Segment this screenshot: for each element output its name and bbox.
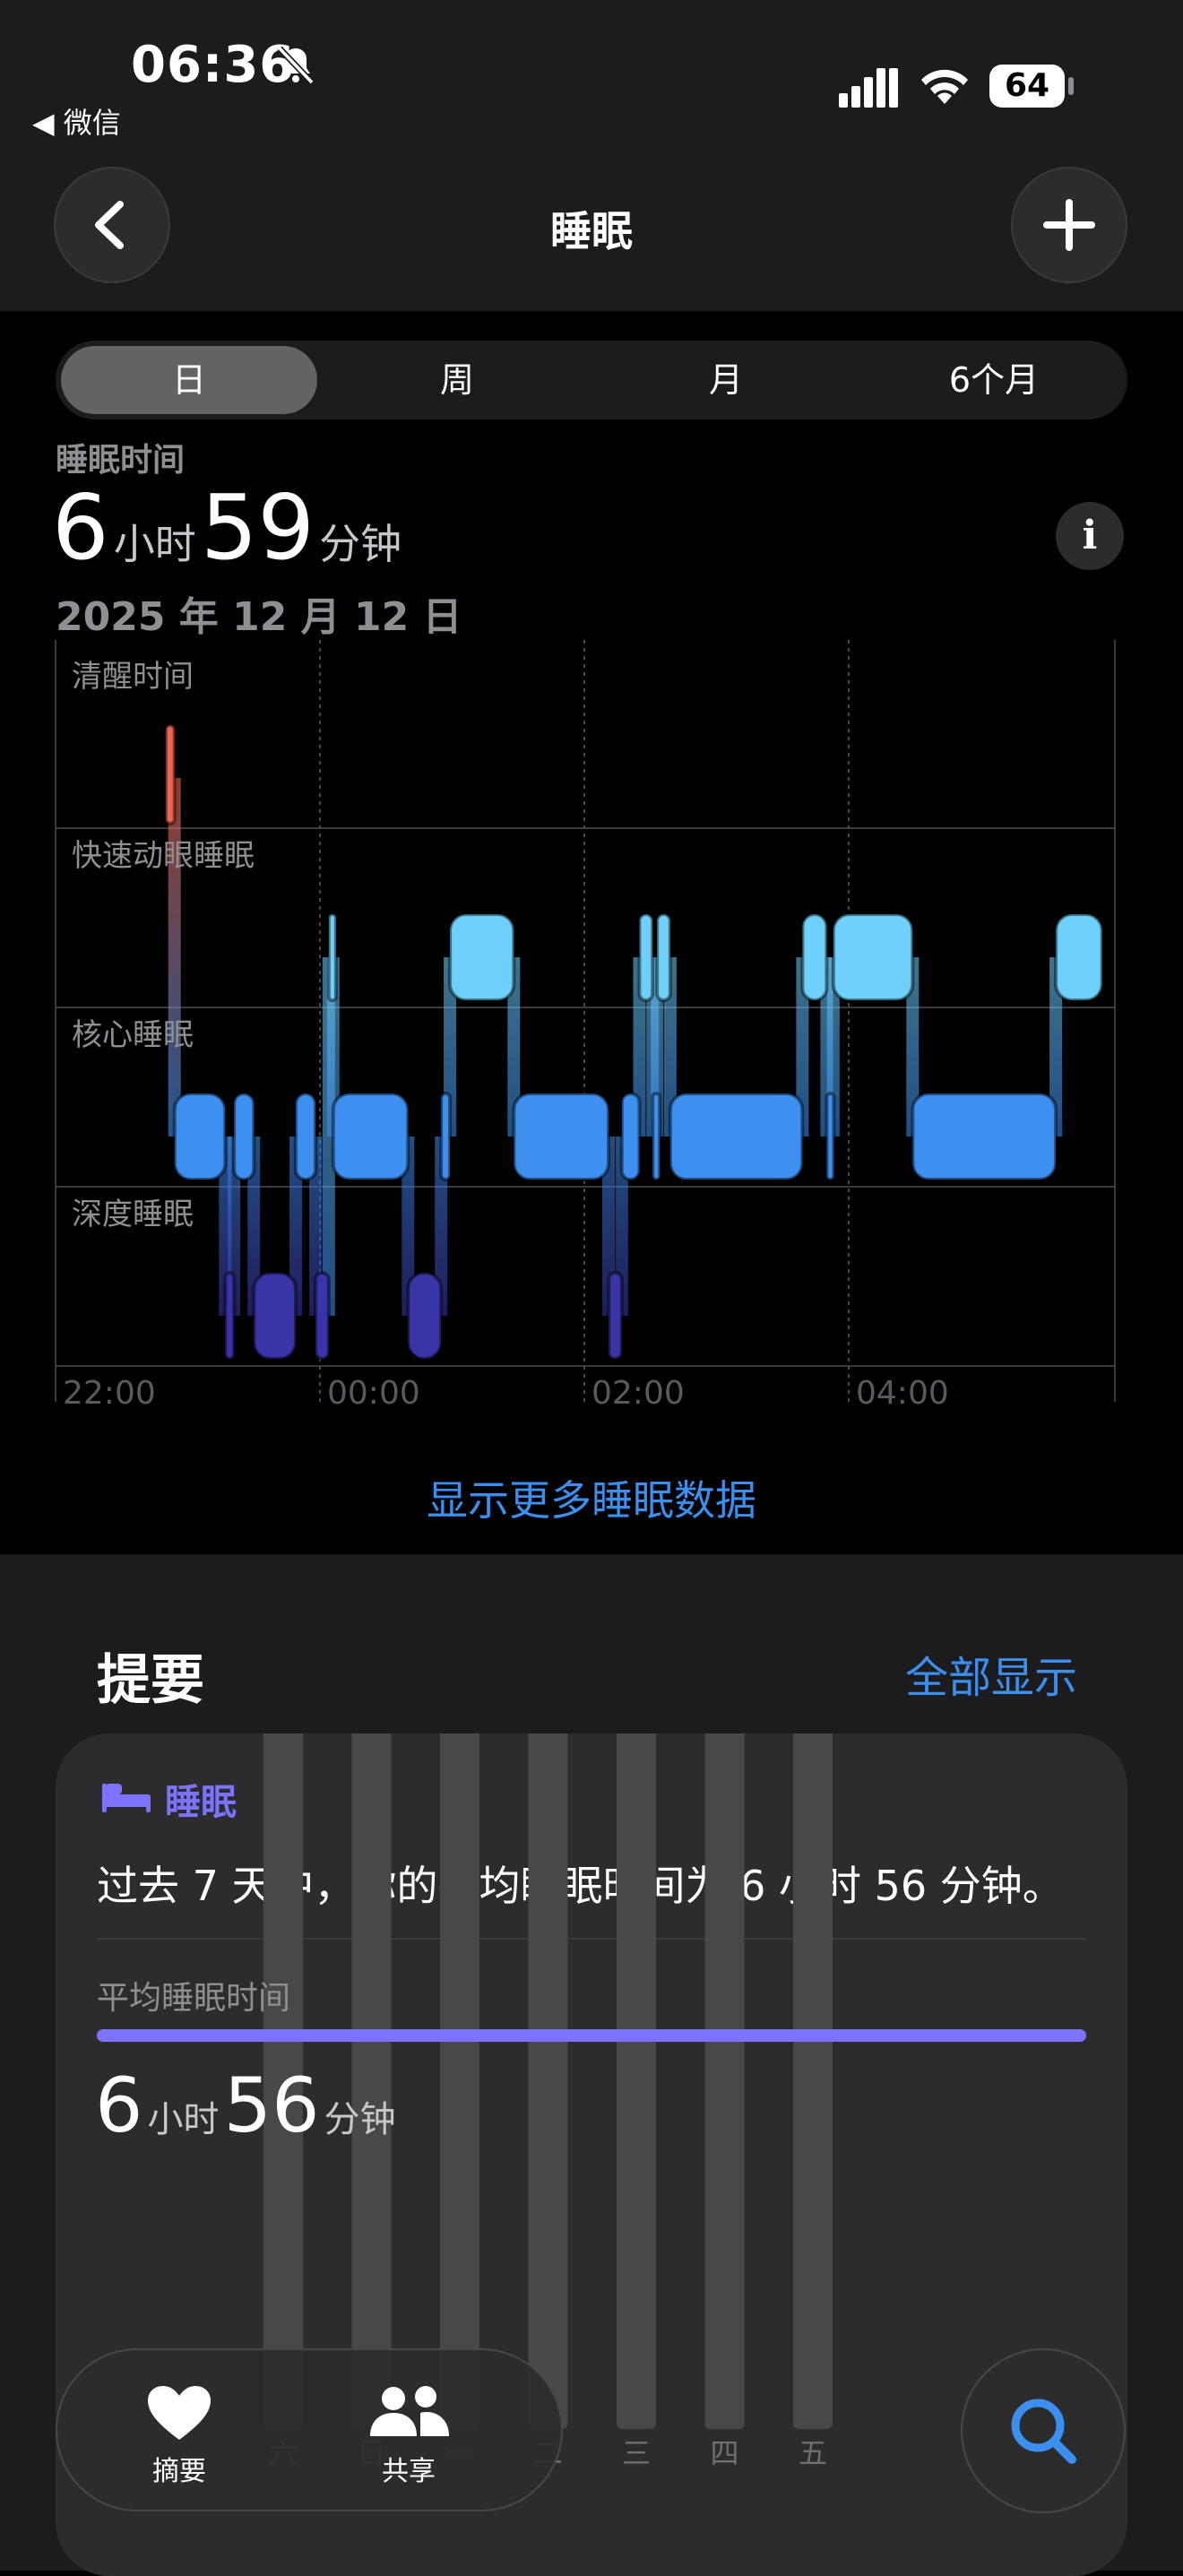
battery-cap bbox=[1068, 77, 1074, 95]
summary-title: 提要 bbox=[97, 1649, 204, 1712]
x-tick-label: 02:00 bbox=[592, 1375, 685, 1412]
stage-label: 清醒时间 bbox=[72, 659, 194, 695]
battery-indicator: 64 bbox=[989, 65, 1065, 108]
tab-summary-label: 摘要 bbox=[152, 2456, 206, 2487]
sleep-stage-block bbox=[607, 1271, 624, 1361]
plus-icon bbox=[1043, 199, 1095, 251]
back-to-app-link[interactable]: ◀ 微信 bbox=[32, 100, 121, 142]
weekday-label: 三 bbox=[622, 2436, 651, 2470]
sleep-stage-block bbox=[232, 1092, 256, 1181]
avg-minutes: 56 bbox=[223, 2062, 320, 2149]
header: 06:36 ◀ 微信 64 睡眠 bbox=[0, 0, 1183, 311]
minutes-unit: 分钟 bbox=[319, 520, 402, 568]
tab-summary[interactable]: 摘要 bbox=[108, 2384, 251, 2488]
mute-bell-icon bbox=[277, 46, 315, 85]
tab-week[interactable]: 周 bbox=[323, 341, 592, 419]
sleep-stage-block bbox=[326, 912, 338, 1002]
tab-day[interactable]: 日 bbox=[56, 341, 323, 419]
search-icon bbox=[1011, 2399, 1076, 2464]
tab-month[interactable]: 月 bbox=[592, 341, 860, 419]
weekly-bar bbox=[617, 1733, 656, 2429]
status-time: 06:36 bbox=[131, 36, 296, 94]
sleep-stage-block bbox=[825, 1092, 836, 1181]
sleep-duration: 6 小时 59 分钟 bbox=[52, 475, 402, 580]
avg-sleep-label: 平均睡眠时间 bbox=[97, 1980, 291, 2017]
sleep-stage-block bbox=[911, 1092, 1058, 1181]
weekly-bar bbox=[440, 1733, 479, 2429]
stage-label: 快速动眼睡眠 bbox=[72, 838, 255, 874]
sleep-stage-block bbox=[223, 1271, 237, 1361]
heart-icon bbox=[148, 2386, 211, 2440]
sleep-stage-chart: 22:00 00:00 02:00 04:00 清醒时间快速动眼睡眠核心睡眠深度睡眠 bbox=[55, 640, 1116, 1412]
avg-hours-unit: 小时 bbox=[147, 2099, 220, 2140]
weekly-bar bbox=[793, 1733, 833, 2429]
sleep-stage-block bbox=[439, 1092, 453, 1181]
weekday-label: 五 bbox=[799, 2436, 827, 2470]
stage-label: 深度睡眠 bbox=[72, 1197, 194, 1232]
sleep-time-label: 睡眠时间 bbox=[56, 442, 186, 479]
x-tick-label: 04:00 bbox=[856, 1375, 949, 1412]
sleep-stage-block bbox=[163, 723, 177, 826]
tab-6-months[interactable]: 6个月 bbox=[860, 341, 1127, 419]
sleep-stage-block bbox=[331, 1092, 410, 1181]
sleep-stage-block bbox=[1054, 912, 1104, 1002]
page-title: 睡眠 bbox=[550, 207, 633, 255]
stage-transition bbox=[168, 778, 181, 1137]
avg-minutes-unit: 分钟 bbox=[324, 2099, 396, 2140]
sleep-stage-block bbox=[314, 1271, 331, 1361]
tab-bar: 摘要 共享 bbox=[56, 2348, 563, 2511]
sleep-stage-block bbox=[406, 1271, 444, 1361]
sleep-stage-block bbox=[637, 912, 655, 1002]
sleep-stage-block bbox=[252, 1271, 298, 1361]
sleep-stage-block bbox=[172, 1092, 228, 1181]
sleep-stage-block bbox=[651, 1092, 662, 1181]
weekly-bar bbox=[528, 1733, 568, 2429]
sleep-stage-block bbox=[512, 1092, 611, 1181]
sleep-minutes: 59 bbox=[200, 475, 315, 580]
hours-unit: 小时 bbox=[113, 520, 196, 568]
sleep-stage-block bbox=[293, 1092, 318, 1181]
stage-label: 核心睡眠 bbox=[72, 1017, 194, 1053]
sleep-date: 2025 年 12 月 12 日 bbox=[56, 594, 462, 640]
x-tick-label: 00:00 bbox=[327, 1375, 420, 1412]
weekly-bar bbox=[704, 1733, 745, 2429]
sleep-stage-block bbox=[831, 912, 915, 1002]
sleep-stage-block bbox=[668, 1092, 805, 1181]
wifi-icon bbox=[921, 69, 968, 104]
people-icon bbox=[370, 2386, 449, 2436]
tab-sharing-label: 共享 bbox=[382, 2456, 436, 2487]
x-tick-label: 22:00 bbox=[63, 1375, 156, 1412]
period-segmented-control: 日 周 月 6个月 bbox=[56, 341, 1127, 419]
avg-sleep-value: 6 小时 56 分钟 bbox=[95, 2062, 396, 2149]
show-all-link[interactable]: 全部显示 bbox=[905, 1642, 1077, 1705]
sleep-stage-block bbox=[448, 912, 516, 1002]
sleep-stage-block bbox=[619, 1092, 642, 1181]
tab-sharing[interactable]: 共享 bbox=[337, 2384, 480, 2488]
show-more-sleep-data-link[interactable]: 显示更多睡眠数据 bbox=[0, 1468, 1183, 1527]
search-button[interactable] bbox=[961, 2348, 1126, 2513]
sleep-hours: 6 bbox=[52, 475, 109, 580]
add-data-button[interactable] bbox=[1011, 167, 1127, 283]
sleep-stage-block bbox=[655, 912, 672, 1002]
sleep-stage-block bbox=[800, 912, 829, 1002]
avg-hours: 6 bbox=[95, 2062, 143, 2149]
average-line bbox=[97, 2029, 1086, 2042]
info-button[interactable]: i bbox=[1056, 502, 1124, 570]
cellular-signal-icon bbox=[839, 68, 898, 108]
weekday-label: 四 bbox=[710, 2436, 738, 2470]
